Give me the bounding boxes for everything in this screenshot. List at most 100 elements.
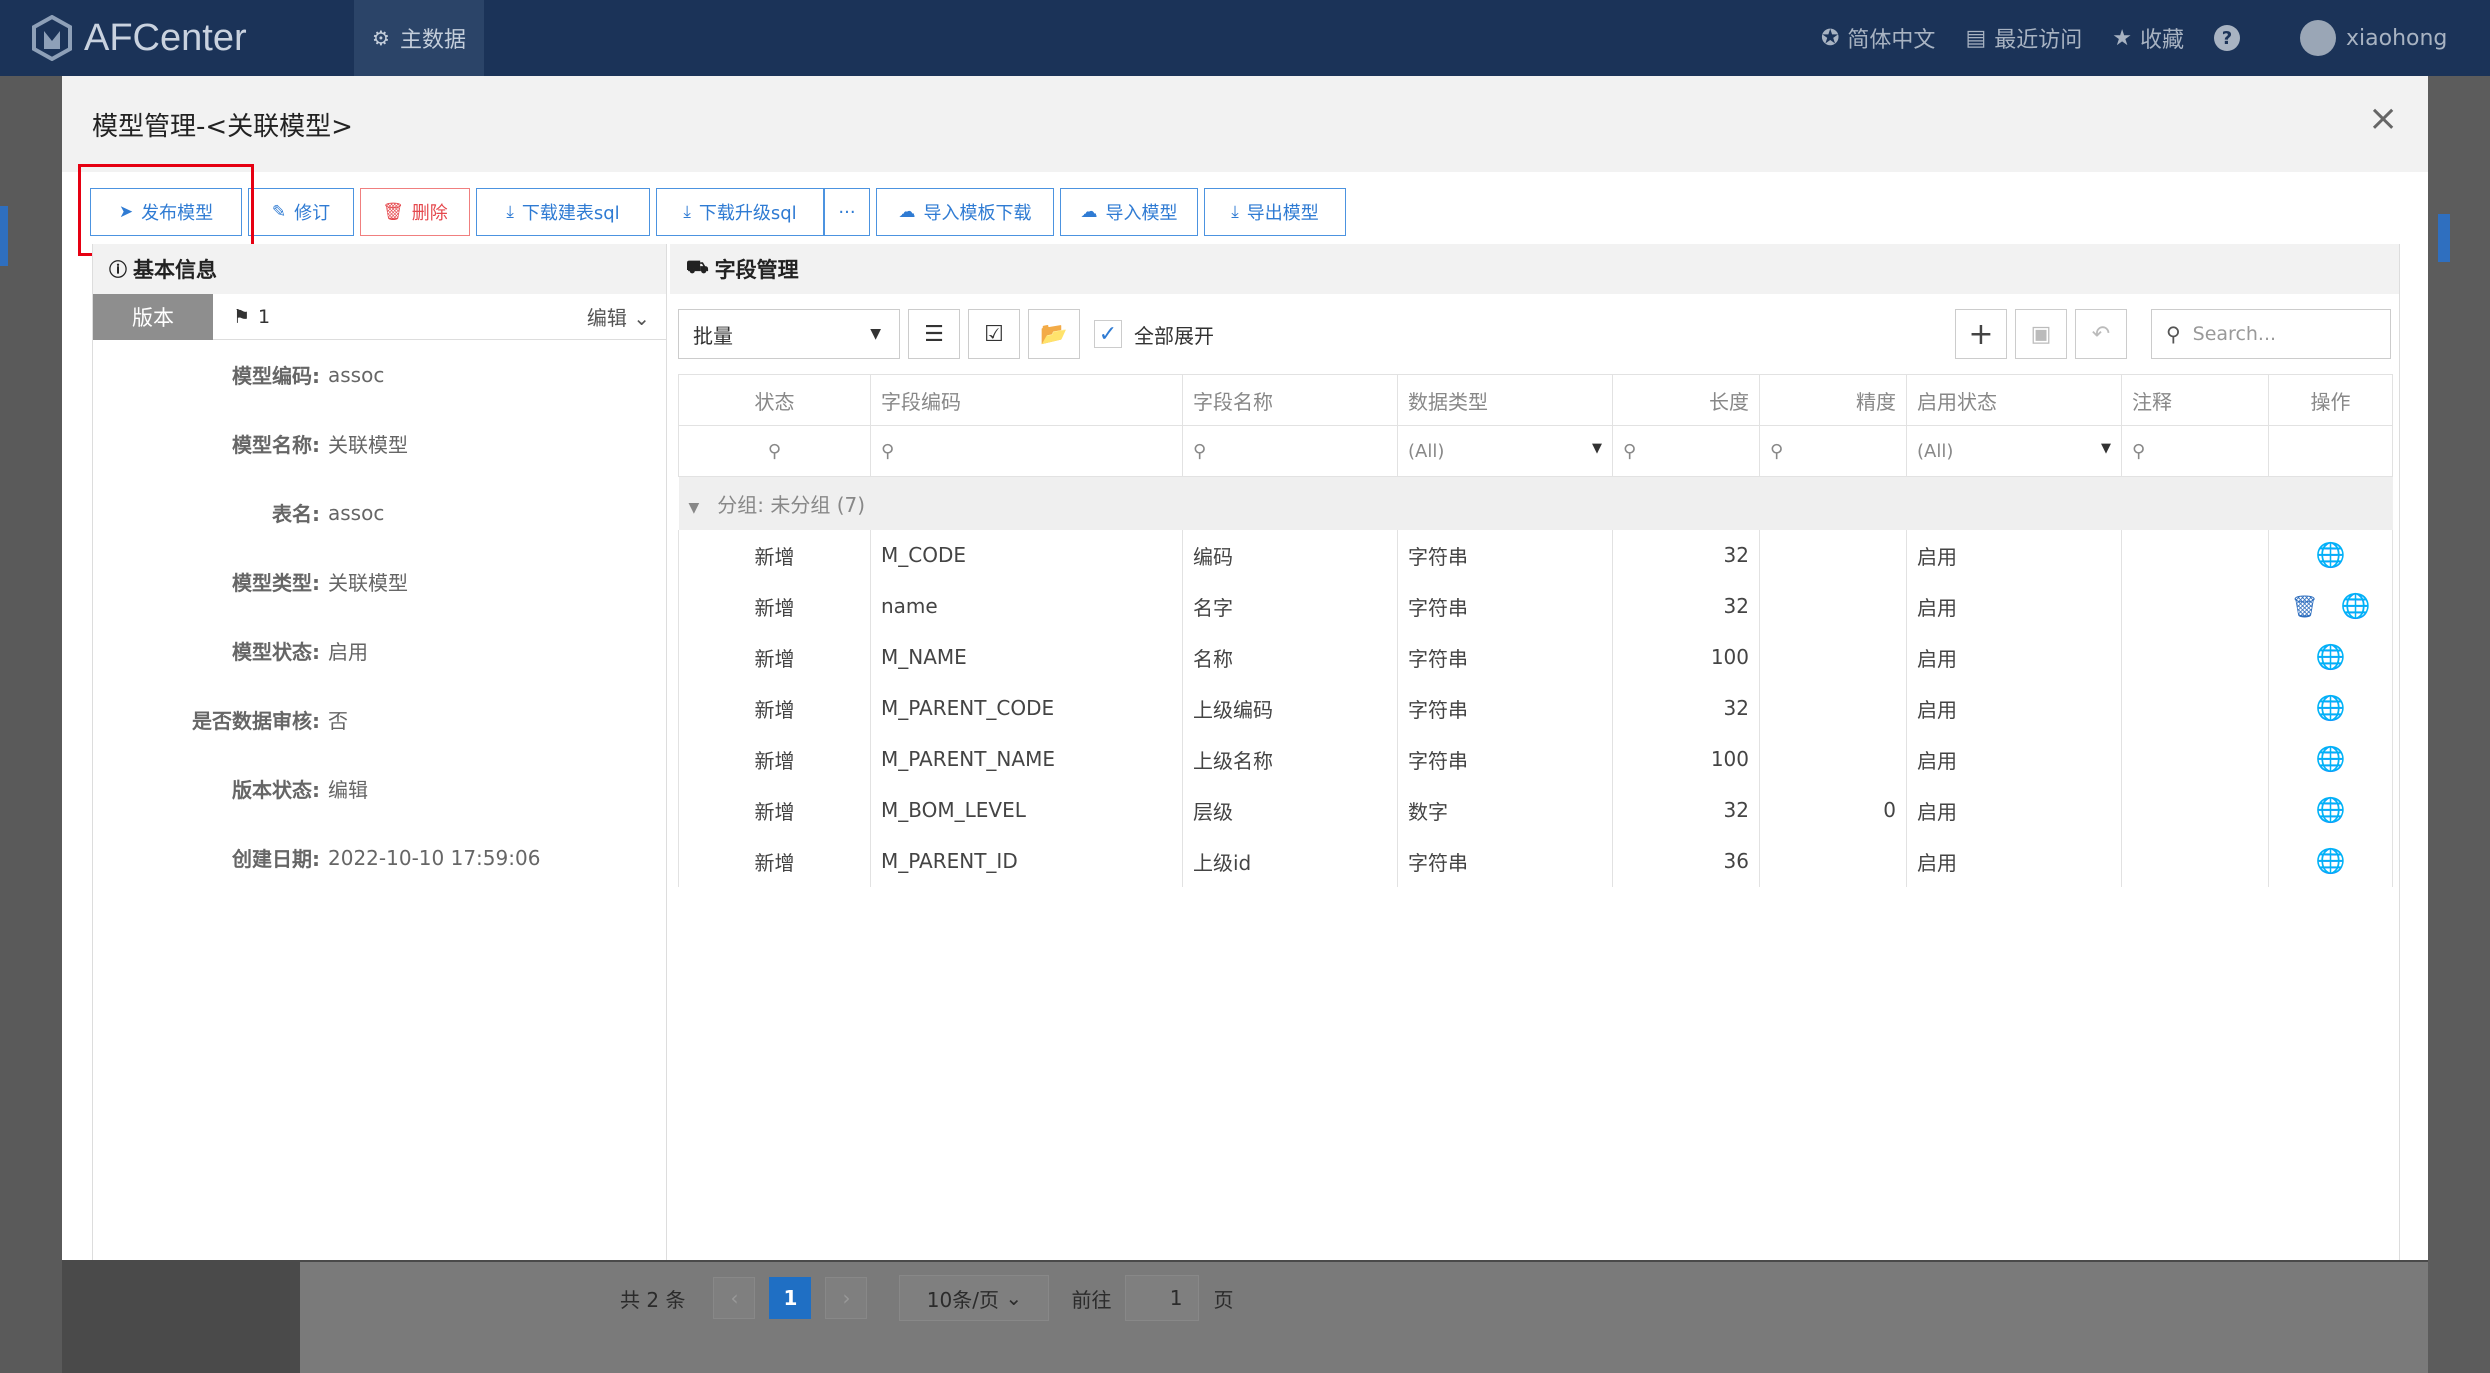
globe-icon[interactable]: 🌐 [2316,643,2346,671]
export-model-button[interactable]: ⤓ 导出模型 [1204,188,1346,236]
cell-status: 新增 [678,580,871,632]
pager-current[interactable]: 1 [769,1277,812,1319]
batch-select[interactable]: 批量 ▼ [678,309,900,359]
info-value: assoc [328,362,385,387]
delete-button[interactable]: 🗑 删除 [360,188,470,236]
pager-next[interactable]: › [825,1277,868,1319]
info-key: 版本状态: [232,778,320,802]
search-input[interactable]: ⚲ Search... [2151,309,2391,359]
close-icon[interactable]: × [2368,101,2398,137]
globe-icon[interactable]: 🌐 [2316,541,2346,569]
globe-icon[interactable]: 🌐 [2316,745,2346,773]
column-header[interactable]: 长度 [1612,374,1760,426]
column-header[interactable]: 字段名称 [1182,374,1398,426]
trash-icon[interactable]: 🗑 [2291,595,2319,620]
globe-icon[interactable]: 🌐 [2316,847,2346,875]
checkmark-icon[interactable]: ✓ [1094,320,1122,348]
filter-input[interactable]: ⚲ [678,425,871,477]
search-icon: ⚲ [2166,322,2181,346]
table-row[interactable]: 新增 M_NAME 名称 字符串 100 启用 🌐 [678,631,2393,683]
download-icon: ⤓ [1231,202,1239,222]
globe-icon[interactable]: 🌐 [2341,592,2371,620]
undo-icon[interactable]: ↶ [2075,309,2127,359]
table-row[interactable]: 新增 M_PARENT_CODE 上级编码 字符串 32 启用 🌐 [678,682,2393,734]
expand-all-toggle[interactable]: ✓ 全部展开 [1094,320,1214,349]
table-row[interactable]: 新增 M_CODE 编码 字符串 32 启用 🌐 [678,529,2393,581]
cell-actions: 🗑 🌐 [2268,580,2393,632]
cell-type: 字符串 [1397,682,1613,734]
background-right [2428,76,2490,1373]
table-row[interactable]: 新增 M_BOM_LEVEL 层级 数字 32 0 启用 🌐 [678,784,2393,836]
toolbar: ➤ 发布模型 ✎ 修订 🗑 删除 ⤓ 下载建表sql ⤓ 下载升级sql ··· ☁ 导入模… [90,186,1352,238]
user-menu[interactable]: xiaohong [2300,20,2490,56]
username: xiaohong [2346,25,2448,51]
delete-label: 删除 [411,203,448,224]
cell-note [2121,733,2269,785]
globe-icon[interactable]: 🌐 [2316,796,2346,824]
checklist-icon[interactable]: ☑ [968,309,1020,359]
cell-length: 32 [1612,682,1760,734]
cell-status: 新增 [678,784,871,836]
cell-actions: 🌐 [2268,529,2393,581]
cell-enabled: 启用 [1906,631,2122,683]
column-header[interactable]: 数据类型 [1397,374,1613,426]
cell-type: 字符串 [1397,580,1613,632]
logo[interactable]: AFCenter [32,15,322,61]
info-key: 模型类型: [232,571,320,595]
table-row[interactable]: 新增 M_PARENT_ID 上级id 字符串 36 启用 🌐 [678,835,2393,887]
filter-input[interactable]: ⚲ [1612,425,1760,477]
cell-code: name [870,580,1183,632]
import-template-download-button[interactable]: ☁ 导入模板下载 [876,188,1054,236]
filter-input[interactable]: ⚲ [870,425,1183,477]
download-create-sql-button[interactable]: ⤓ 下载建表sql [476,188,650,236]
table-row[interactable]: 新增 name 名字 字符串 32 启用 🗑 🌐 [678,580,2393,632]
recent-visits[interactable]: ▤ 最近访问 [1965,22,2082,54]
import-model-button[interactable]: ☁ 导入模型 [1060,188,1198,236]
filter-input[interactable]: ⚲ [1759,425,1907,477]
add-icon[interactable]: + [1955,309,2007,359]
language-switch[interactable]: ✪ 简体中文 [1821,22,1935,54]
favorites[interactable]: ★ 收藏 [2112,22,2184,54]
version-tab[interactable]: 版本 [93,293,213,340]
revise-button[interactable]: ✎ 修订 [248,188,354,236]
cell-precision [1759,682,1907,734]
column-header[interactable]: 注释 [2121,374,2269,426]
nav-main-data[interactable]: ⚙ 主数据 [354,0,484,76]
cloud-upload-icon: ☁ [1080,202,1098,222]
cell-note [2121,682,2269,734]
star-icon: ★ [2112,25,2132,51]
more-button[interactable]: ··· [824,188,870,236]
save-icon[interactable]: ▣ [2015,309,2067,359]
filter-input[interactable]: ⚲ [2121,425,2269,477]
page-size-select[interactable]: 10条/页 ⌄ [899,1275,1050,1321]
cell-name: 层级 [1182,784,1398,836]
cell-type: 字符串 [1397,631,1613,683]
pager-prev[interactable]: ‹ [713,1277,756,1319]
column-header[interactable]: 字段编码 [870,374,1183,426]
list-order-icon[interactable]: ☰ [908,309,960,359]
group-row[interactable]: ▼ 分组: 未分组 (7) [678,476,2393,530]
cell-length: 100 [1612,733,1760,785]
info-list: 模型编码: assoc 模型名称: 关联模型 表名: assoc 模型类型: 关联模型 模型状态… [93,340,666,892]
column-header[interactable]: 精度 [1759,374,1907,426]
goto-input[interactable]: 1 [1125,1275,1200,1321]
background-sidebar [0,76,62,1373]
info-row: 模型名称: 关联模型 [93,409,666,478]
column-header[interactable]: 状态 [678,374,871,426]
folder-open-icon[interactable]: 📂 [1028,309,1080,359]
filter-select[interactable]: (All) ▼ [1906,425,2122,477]
table-row[interactable]: 新增 M_PARENT_NAME 上级名称 字符串 100 启用 🌐 [678,733,2393,785]
cell-note [2121,631,2269,683]
filter-input[interactable]: ⚲ [1182,425,1398,477]
nav-main-data-label: 主数据 [399,28,466,53]
cell-type: 字符串 [1397,733,1613,785]
help-icon[interactable]: ? [2214,25,2240,51]
info-key: 模型状态: [232,640,320,664]
edit-dropdown[interactable]: 编辑 ⌄ [587,302,650,331]
column-header[interactable]: 启用状态 [1906,374,2122,426]
globe-icon[interactable]: 🌐 [2316,694,2346,722]
download-upgrade-sql-button[interactable]: ⤓ 下载升级sql [656,188,824,236]
filter-select[interactable]: (All) ▼ [1397,425,1613,477]
column-header[interactable]: 操作 [2268,374,2393,426]
basic-info-title: 基本信息 [133,258,217,282]
